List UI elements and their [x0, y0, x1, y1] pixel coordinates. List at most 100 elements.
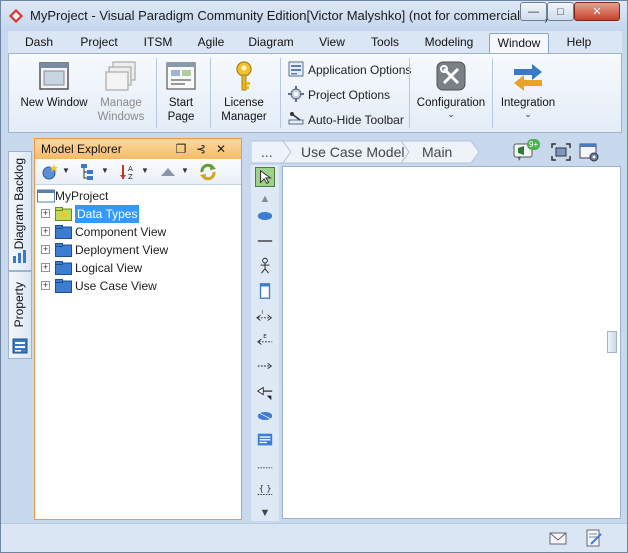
- generalization-tool-icon[interactable]: [255, 383, 275, 403]
- app-window: MyProject - Visual Paradigm Community Ed…: [0, 0, 628, 553]
- project-options-button[interactable]: Project Options: [288, 85, 390, 105]
- tab-modeling[interactable]: Modeling: [419, 33, 479, 53]
- tab-agile[interactable]: Agile: [191, 33, 231, 53]
- panel-resize-handle[interactable]: [607, 331, 617, 353]
- chevron-down-icon[interactable]: ▼: [181, 166, 189, 175]
- new-model-icon[interactable]: [41, 163, 59, 181]
- diagram-backlog-label: Diagram Backlog: [12, 158, 26, 250]
- tools-icon: [436, 61, 466, 91]
- folder-icon: [55, 279, 72, 293]
- tree-item-label: MyProject: [55, 189, 109, 203]
- anchor-tool-icon[interactable]: [255, 457, 275, 477]
- tree-item-data-types[interactable]: + Data Types: [41, 205, 231, 223]
- scroll-up-icon[interactable]: ▲: [255, 189, 275, 209]
- expand-icon[interactable]: +: [41, 245, 50, 254]
- new-window-icon: [39, 62, 69, 90]
- tree-structure-icon[interactable]: [79, 163, 97, 181]
- project-options-icon: [288, 86, 304, 102]
- integration-label: Integration: [500, 97, 556, 109]
- notifications-button[interactable]: 9+: [513, 139, 543, 162]
- configuration-button[interactable]: Configuration ⌄: [413, 54, 489, 119]
- tree-item-label: Deployment View: [75, 243, 169, 257]
- tab-project[interactable]: Project: [74, 33, 124, 53]
- license-manager-button[interactable]: License Manager: [214, 54, 274, 124]
- manage-windows-icon: [105, 61, 136, 91]
- tab-diagram-backlog[interactable]: Diagram Backlog: [8, 151, 32, 271]
- edit-document-icon[interactable]: [585, 529, 603, 547]
- collapse-up-icon[interactable]: [159, 163, 177, 181]
- tab-window[interactable]: Window: [489, 33, 549, 53]
- actor-tool-icon[interactable]: [255, 257, 275, 277]
- property-label: Property: [12, 282, 26, 328]
- manage-windows-label: Manage Windows: [97, 97, 145, 123]
- close-icon[interactable]: ✕: [213, 141, 229, 157]
- diagram-palette: ▲ I E {} ▼: [251, 165, 279, 521]
- panel-toolbar: ▼ ▼ A Z ▼ ▼: [35, 159, 241, 185]
- new-window-button[interactable]: New Window: [13, 54, 95, 110]
- svg-text:I: I: [261, 310, 263, 316]
- folder-icon: [55, 225, 72, 239]
- fit-screen-icon[interactable]: [551, 143, 571, 161]
- restore-icon[interactable]: ❐: [173, 141, 189, 157]
- start-page-button[interactable]: Start Page: [159, 54, 203, 124]
- close-button[interactable]: ✕: [574, 2, 620, 21]
- key-icon: [236, 61, 252, 91]
- application-options-button[interactable]: Application Options: [288, 60, 411, 80]
- constraint-tool-icon[interactable]: { }: [255, 481, 275, 501]
- side-tab-strip: Diagram Backlog Property: [8, 139, 32, 521]
- auto-hide-toolbar-button[interactable]: Auto-Hide Toolbar: [288, 110, 404, 130]
- expand-icon[interactable]: +: [41, 263, 50, 272]
- chevron-down-icon[interactable]: ▼: [141, 166, 149, 175]
- sort-az-icon[interactable]: A Z: [119, 163, 137, 181]
- pin-icon[interactable]: ⊰: [193, 141, 209, 157]
- use-case-tool-icon[interactable]: [255, 207, 275, 227]
- tab-view[interactable]: View: [313, 33, 351, 53]
- note-tool-icon[interactable]: [255, 431, 275, 451]
- breadcrumb-use-case-model[interactable]: Use Case Model: [301, 141, 405, 163]
- tab-tools[interactable]: Tools: [363, 33, 407, 53]
- include-tool-icon[interactable]: I: [255, 307, 275, 327]
- mail-icon[interactable]: [549, 529, 567, 547]
- extend-tool-icon[interactable]: E: [255, 331, 275, 351]
- tab-diagram[interactable]: Diagram: [243, 33, 299, 53]
- project-options-label: Project Options: [308, 88, 391, 102]
- tab-help[interactable]: Help: [558, 33, 600, 53]
- system-tool-icon[interactable]: [255, 282, 275, 302]
- association-tool-icon[interactable]: [255, 232, 275, 252]
- integration-arrows-icon: [514, 64, 542, 91]
- status-bar: [1, 523, 627, 552]
- auto-hide-toolbar-label: Auto-Hide Toolbar: [308, 113, 404, 127]
- expand-icon[interactable]: +: [41, 227, 50, 236]
- chevron-down-icon: ⌄: [447, 109, 455, 119]
- visual-paradigm-logo-icon: [9, 9, 23, 23]
- diagram-settings-icon[interactable]: [579, 142, 599, 162]
- scroll-down-icon[interactable]: ▼: [255, 503, 275, 523]
- svg-text:E: E: [263, 334, 267, 340]
- folder-icon: [55, 261, 72, 275]
- breadcrumb-more[interactable]: ...: [261, 141, 273, 163]
- expand-icon[interactable]: +: [41, 281, 50, 290]
- selector-tool-icon[interactable]: [255, 167, 275, 187]
- dependency-tool-icon[interactable]: [255, 357, 275, 377]
- chevron-down-icon[interactable]: ▼: [62, 166, 70, 175]
- business-use-case-tool-icon[interactable]: [255, 407, 275, 427]
- svg-text:Z: Z: [128, 173, 133, 181]
- maximize-button[interactable]: □: [547, 2, 574, 21]
- window-title: MyProject - Visual Paradigm Community Ed…: [30, 8, 549, 23]
- tab-dash[interactable]: Dash: [16, 33, 62, 53]
- expand-icon[interactable]: +: [41, 209, 50, 218]
- tab-property[interactable]: Property: [8, 271, 32, 359]
- breadcrumb-main[interactable]: Main: [422, 141, 452, 163]
- refresh-icon[interactable]: [199, 163, 217, 181]
- folder-icon: [55, 243, 72, 257]
- configuration-label: Configuration: [416, 97, 486, 109]
- diagram-canvas[interactable]: [282, 166, 621, 519]
- chevron-down-icon[interactable]: ▼: [101, 166, 109, 175]
- integration-button[interactable]: Integration ⌄: [495, 54, 561, 119]
- minimize-button[interactable]: —: [520, 2, 547, 21]
- tab-itsm[interactable]: ITSM: [136, 33, 180, 53]
- svg-text:A: A: [128, 165, 133, 173]
- ribbon-separator: [492, 58, 493, 128]
- menu-tab-bar: Dash Project ITSM Agile Diagram View Too…: [8, 31, 622, 53]
- title-bar[interactable]: MyProject - Visual Paradigm Community Ed…: [1, 1, 627, 31]
